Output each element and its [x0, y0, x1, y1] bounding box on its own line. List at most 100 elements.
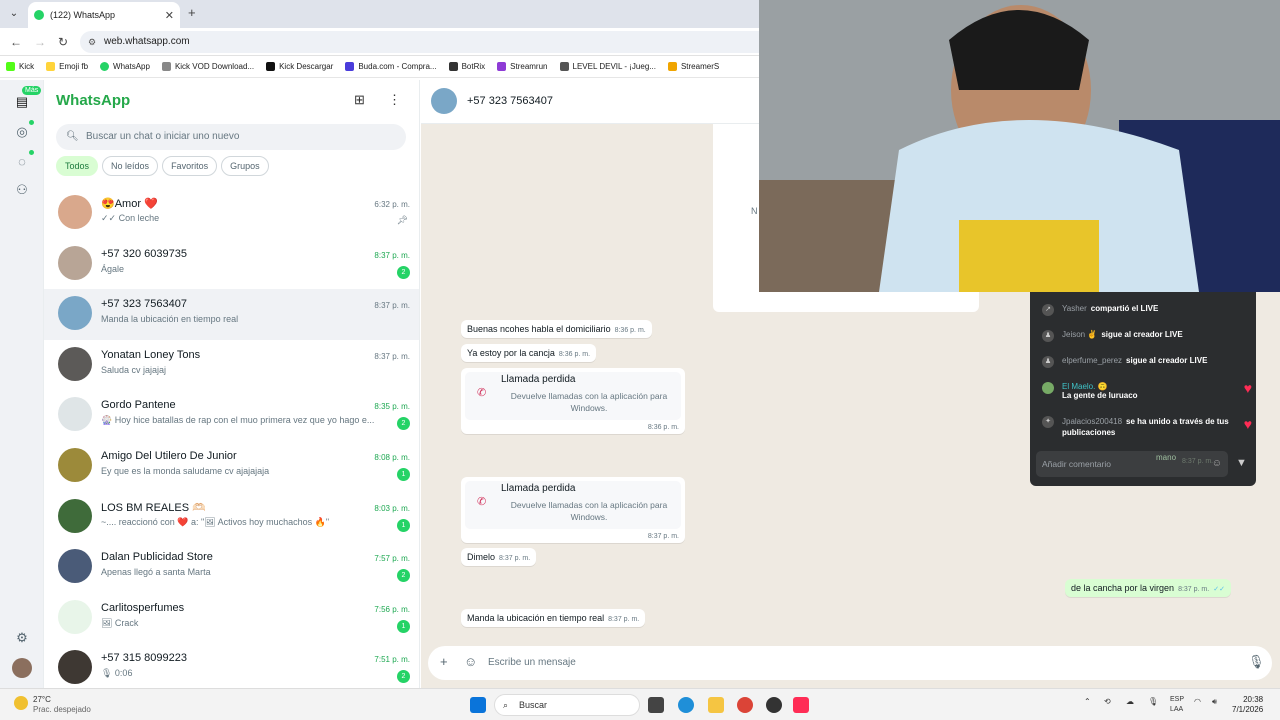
weather-icon[interactable] [14, 696, 28, 710]
chat-avatar[interactable] [58, 296, 92, 331]
tiktok-live-icon[interactable] [793, 697, 809, 713]
chat-avatar[interactable] [58, 650, 92, 685]
channels-icon[interactable]: ◌ [12, 152, 32, 172]
status-icon[interactable]: ◎ [12, 122, 32, 142]
tray-sync-icon[interactable]: ⟲ [1104, 697, 1111, 706]
sticker-icon[interactable]: ☺ [464, 654, 477, 669]
message-bubble[interactable]: Buenas ncohes habla el domiciliario 8:36 … [461, 320, 652, 338]
live-event: ↗ Yasher compartió el LIVE [1042, 304, 1248, 316]
menu-icon[interactable]: ⋮ [388, 92, 401, 108]
site-info-icon[interactable]: ⚙ [88, 31, 96, 53]
chat-avatar[interactable] [58, 195, 92, 229]
close-tab-icon[interactable]: ✕ [165, 9, 174, 22]
filter-icon[interactable]: ▼ [1236, 457, 1247, 469]
chat-avatar[interactable] [58, 549, 92, 584]
live-event: ✦ Jpalacios200418 se ha unido a través de… [1042, 416, 1248, 438]
tray-cloud-icon[interactable]: ☁ [1126, 697, 1134, 706]
tab-whatsapp[interactable]: (122) WhatsApp ✕ [28, 2, 180, 28]
chat-name: LOS BM REALES 🫶🏻 [101, 501, 206, 514]
microphone-icon[interactable]: 🎙︎ [1248, 654, 1265, 670]
chat-row[interactable]: Gordo Pantene 🎡 Hoy hice batallas de rap … [44, 390, 419, 441]
message-bubble[interactable]: Manda la ubicación en tiempo real 8:37 p.… [461, 609, 646, 627]
outgoing-message-bubble[interactable]: de la cancha por la virgen 8:37 p. m. ✓✓ [1065, 579, 1231, 597]
emoji-icon[interactable]: ☺ [1212, 451, 1222, 477]
search-placeholder: Buscar un chat o iniciar uno nuevo [86, 131, 240, 142]
chat-avatar[interactable] [58, 447, 92, 482]
edge-icon[interactable] [678, 697, 694, 713]
settings-icon[interactable]: ⚙ [12, 628, 32, 648]
attach-plus-icon[interactable]: + [440, 654, 448, 669]
weather-widget[interactable]: 27°C Prac. despejado [33, 695, 91, 715]
chat-name: +57 323 7563407 [101, 298, 187, 311]
back-icon[interactable]: ← [10, 35, 22, 49]
bookmark-item[interactable]: WhatsApp [100, 62, 150, 71]
language-indicator[interactable]: ESP LAA [1170, 695, 1184, 715]
bookmark-item[interactable]: Kick Descargar [266, 62, 333, 71]
chat-row[interactable]: 😍Amor ❤️ ✓✓ Con leche 6:32 p. m. 📌︎ [44, 188, 419, 239]
obs-icon[interactable] [766, 697, 782, 713]
task-view-icon[interactable] [648, 697, 664, 713]
windows-taskbar: 27°C Prac. despejado ⌕ Buscar ⌃ ⟲ ☁ 🎙︎ E… [0, 688, 1280, 720]
chat-row[interactable]: +57 315 8099223 🎙 0:06 7:51 p. m. 2 [44, 643, 419, 688]
filter-no-leidos[interactable]: No leídos [102, 156, 159, 176]
chats-icon[interactable]: ▤ [12, 92, 32, 112]
live-comment: El Maelo. 🙃 La gente de luruaco [1042, 382, 1248, 400]
search-icon: 🔍︎ [66, 131, 79, 142]
bookmark-item[interactable]: StreamerS [667, 62, 719, 71]
bookmark-item[interactable]: BotRix [448, 62, 485, 71]
chat-row[interactable]: Dalan Publicidad Store Apenas llegó a san… [44, 542, 419, 593]
bookmark-item[interactable]: LEVEL DEVIL - ¡Jueg... [559, 62, 656, 71]
chat-row[interactable]: +57 323 7563407 Manda la ubicación en tie… [44, 289, 419, 340]
chat-row[interactable]: LOS BM REALES 🫶🏻 ~.... reaccionó con ❤️ a… [44, 492, 419, 543]
message-text: Buenas ncohes habla el domiciliario [467, 324, 611, 334]
bookmark-item[interactable]: Kick VOD Download... [161, 62, 254, 71]
taskbar-search[interactable]: ⌕ Buscar [494, 694, 640, 716]
message-composer[interactable]: + ☺ Escribe un mensaje 🎙︎ [428, 646, 1272, 680]
missed-call-card[interactable]: ✆ Llamada perdida Devuelve llamadas con … [461, 368, 685, 434]
message-bubble[interactable]: Dimelo 8:37 p. m. [461, 548, 537, 566]
chat-row[interactable]: +57 320 6039735 Ágale 8:37 p. m. 2 [44, 239, 419, 290]
filter-grupos[interactable]: Grupos [221, 156, 269, 176]
bookmark-item[interactable]: Emoji fb [46, 62, 88, 71]
new-tab-button[interactable]: + [188, 5, 196, 20]
file-explorer-icon[interactable] [708, 697, 724, 713]
clock-date: 7/1/2026 [1232, 705, 1264, 714]
volume-icon[interactable]: 🔊︎ [1212, 697, 1217, 707]
filter-favoritos[interactable]: Favoritos [162, 156, 218, 176]
bookmark-item[interactable]: Buda.com - Compra... [345, 62, 437, 71]
live-comment-input[interactable]: Añadir comentario mano 8:37 p. m. ☺ [1036, 451, 1228, 477]
chat-avatar[interactable] [58, 346, 92, 381]
chat-avatar[interactable] [58, 245, 92, 280]
message-bubble[interactable]: Ya estoy por la cancja 8:36 p. m. [461, 344, 597, 362]
chat-row[interactable]: Yonatan Loney Tons Saluda cv jajajaj 8:37 … [44, 340, 419, 391]
taskbar-clock[interactable]: 20:38 7/1/2026 [1232, 695, 1263, 715]
chat-avatar[interactable] [58, 599, 92, 634]
profile-avatar[interactable] [12, 658, 32, 678]
contact-avatar[interactable] [431, 88, 457, 114]
live-user: elperfume_perez [1062, 356, 1123, 365]
chrome-icon[interactable] [737, 697, 753, 713]
forward-icon[interactable]: → [34, 35, 46, 49]
start-icon[interactable] [470, 697, 486, 713]
wifi-icon[interactable]: ◠ [1194, 697, 1201, 706]
communities-icon[interactable]: ⚇ [12, 180, 32, 200]
new-chat-icon[interactable]: ⊞ [354, 92, 365, 108]
chat-row[interactable]: Amigo Del Utilero De Junior Ey que es la … [44, 441, 419, 492]
filter-todos[interactable]: Todos [56, 156, 99, 176]
reload-icon[interactable]: ↻ [58, 35, 68, 49]
webcam-person-image [759, 0, 1280, 292]
tray-mic-icon[interactable]: 🎙︎ [1148, 697, 1158, 706]
search-input[interactable]: 🔍︎ Buscar un chat o iniciar uno nuevo [56, 124, 406, 150]
chat-row[interactable]: Carlitosperfumes 🖼 Crack 7:56 p. m. 1 [44, 593, 419, 644]
chat-avatar[interactable] [58, 397, 92, 432]
tab-search-chevron-icon[interactable]: ⌄ [6, 6, 22, 22]
missed-call-title: Llamada perdida [501, 483, 576, 494]
bookmark-item[interactable]: Kick [6, 62, 34, 71]
channels-dot [29, 150, 34, 155]
contact-name[interactable]: +57 323 7563407 [467, 95, 553, 107]
missed-call-card[interactable]: ✆ Llamada perdida Devuelve llamadas con … [461, 477, 685, 543]
chat-avatar[interactable] [58, 498, 92, 533]
tray-chevron-icon[interactable]: ⌃ [1084, 697, 1091, 706]
chat-preview: Apenas llegó a santa Marta [101, 567, 211, 578]
bookmark-item[interactable]: Streamrun [497, 62, 548, 71]
